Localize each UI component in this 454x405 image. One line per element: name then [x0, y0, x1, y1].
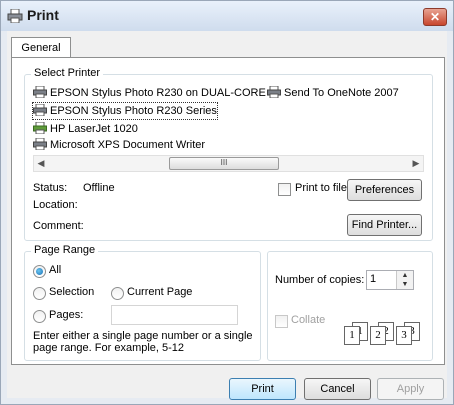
horizontal-scrollbar[interactable]: ◀ III ▶	[33, 155, 424, 172]
collate-page: 2	[370, 326, 386, 345]
printer-icon	[7, 9, 23, 23]
current-page-label: Current Page	[127, 286, 193, 298]
printer-item[interactable]: EPSON Stylus Photo R230 on DUAL-CORE	[33, 85, 266, 101]
location-label: Location:	[33, 199, 78, 211]
status-label: Status:	[33, 182, 68, 194]
apply-button[interactable]: Apply	[377, 378, 444, 400]
printer-item[interactable]: Send To OneNote 2007	[267, 85, 399, 101]
printer-name: EPSON Stylus Photo R230 Series	[50, 105, 217, 117]
all-radio[interactable]	[33, 265, 46, 278]
collate-label: Collate	[291, 314, 326, 326]
dialog-client: General Select Printer EPSON Stylus Phot…	[7, 31, 447, 400]
spin-up-icon[interactable]: ▲	[396, 271, 413, 280]
printer-default-icon	[33, 122, 47, 134]
collate-page: 3	[396, 326, 412, 345]
printer-item-selected[interactable]: EPSON Stylus Photo R230 Series	[32, 102, 218, 120]
printer-name: EPSON Stylus Photo R230 on DUAL-CORE	[50, 87, 266, 99]
print-dialog: Print ✕ General Select Printer EPSON Sty…	[0, 0, 454, 405]
scroll-right-icon[interactable]: ▶	[409, 156, 423, 171]
printer-item[interactable]: HP LaserJet 1020	[33, 121, 138, 137]
all-label: All	[49, 264, 62, 276]
printer-icon	[33, 86, 47, 98]
comment-label: Comment:	[33, 220, 84, 232]
select-printer-group: Select Printer EPSON Stylus Photo R230 o…	[24, 67, 433, 241]
find-printer-button[interactable]: Find Printer...	[347, 214, 422, 236]
status-value: Offline	[83, 182, 115, 194]
tab-general[interactable]: General	[11, 37, 71, 58]
preferences-button[interactable]: Preferences	[347, 179, 422, 201]
selection-label: Selection	[49, 286, 95, 298]
window-title: Print	[27, 7, 59, 23]
general-tab-panel: Select Printer EPSON Stylus Photo R230 o…	[11, 57, 445, 365]
spin-down-icon[interactable]: ▼	[396, 280, 413, 289]
collate-pages-icon-1: 1 1	[344, 322, 368, 345]
copies-stepper[interactable]: 1 ▲ ▼	[366, 270, 414, 290]
printer-item[interactable]: Microsoft XPS Document Writer	[33, 137, 205, 153]
cancel-button[interactable]: Cancel	[304, 378, 371, 400]
page-range-group: Page Range All Selection Current Page Pa…	[24, 244, 261, 361]
title-bar: Print ✕	[1, 1, 453, 31]
scroll-thumb[interactable]: III	[169, 157, 279, 170]
pages-input[interactable]	[111, 305, 238, 325]
printer-name: Send To OneNote 2007	[284, 87, 399, 99]
copies-group: Number of copies: 1 ▲ ▼ Collate 1 1 2 2	[267, 251, 433, 361]
scroll-left-icon[interactable]: ◀	[34, 156, 48, 171]
pages-radio[interactable]	[33, 310, 46, 323]
selection-radio[interactable]	[33, 287, 46, 300]
collate-page: 1	[344, 326, 360, 345]
page-range-label: Page Range	[31, 244, 99, 256]
collate-pages-icon-2: 2 2	[370, 322, 394, 345]
select-printer-label: Select Printer	[31, 67, 104, 79]
print-to-file-label: Print to file	[295, 182, 347, 194]
printer-icon	[267, 86, 281, 98]
collate-pages-icon-3: 3 3	[396, 322, 420, 345]
printer-icon	[33, 138, 47, 150]
print-button[interactable]: Print	[229, 378, 296, 400]
current-page-radio[interactable]	[111, 287, 124, 300]
copies-value: 1	[370, 273, 377, 285]
collate-checkbox[interactable]	[275, 315, 288, 328]
page-range-hint: Enter either a single page number or a s…	[33, 330, 253, 354]
pages-label: Pages:	[49, 309, 84, 321]
number-of-copies-label: Number of copies:	[275, 274, 365, 286]
close-button[interactable]: ✕	[423, 8, 447, 26]
printer-name: Microsoft XPS Document Writer	[50, 139, 206, 151]
printer-icon	[33, 104, 47, 116]
print-to-file-checkbox[interactable]	[278, 183, 291, 196]
printer-name: HP LaserJet 1020	[50, 123, 138, 135]
